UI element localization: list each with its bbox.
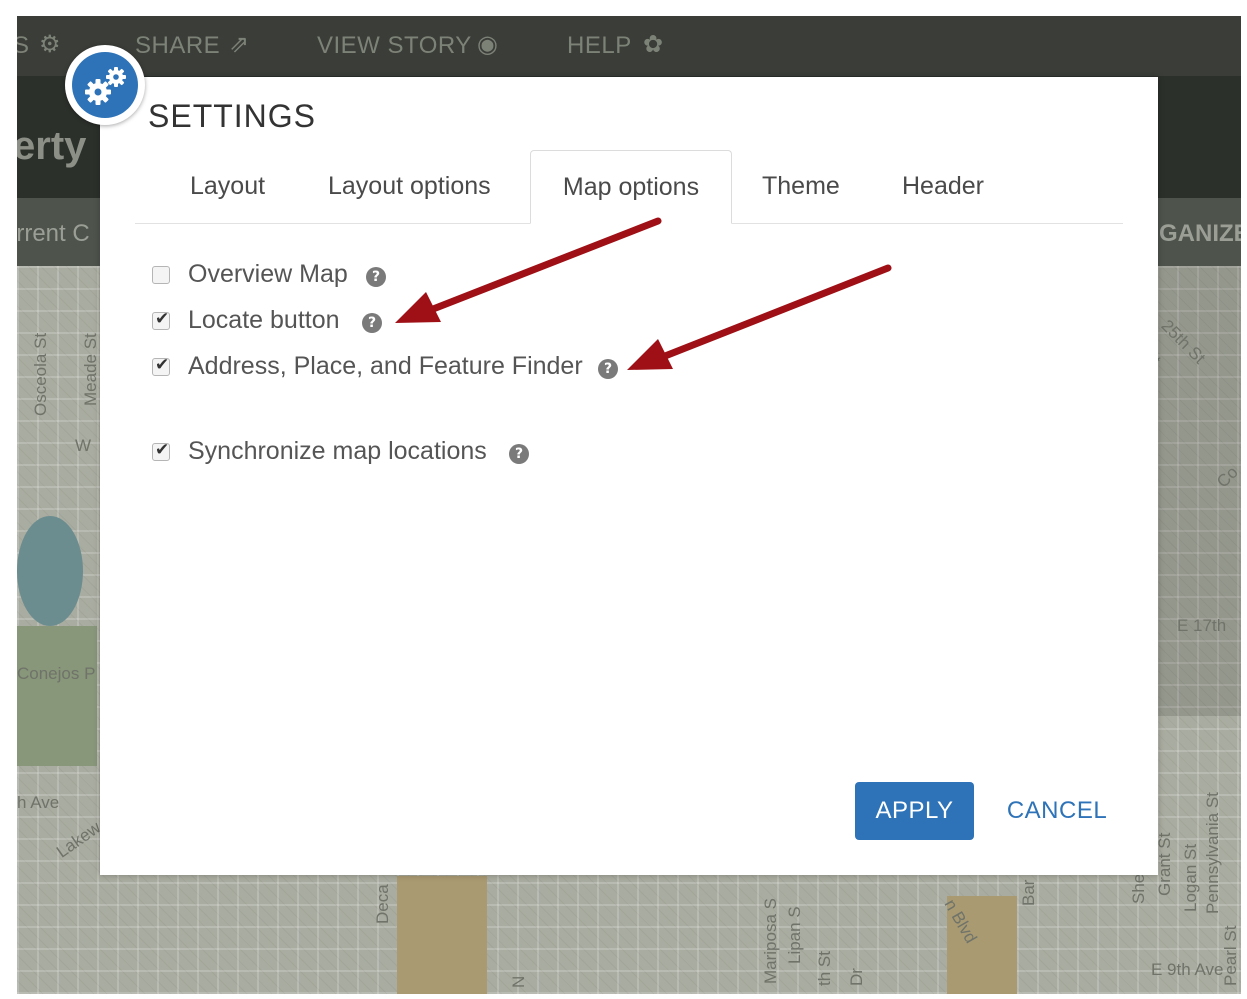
arrow-icon — [395, 217, 662, 323]
annotation-arrows — [395, 217, 892, 370]
arrow-icon — [627, 264, 892, 370]
apply-button[interactable]: APPLY — [855, 782, 974, 840]
cancel-button[interactable]: CANCEL — [1005, 782, 1109, 840]
